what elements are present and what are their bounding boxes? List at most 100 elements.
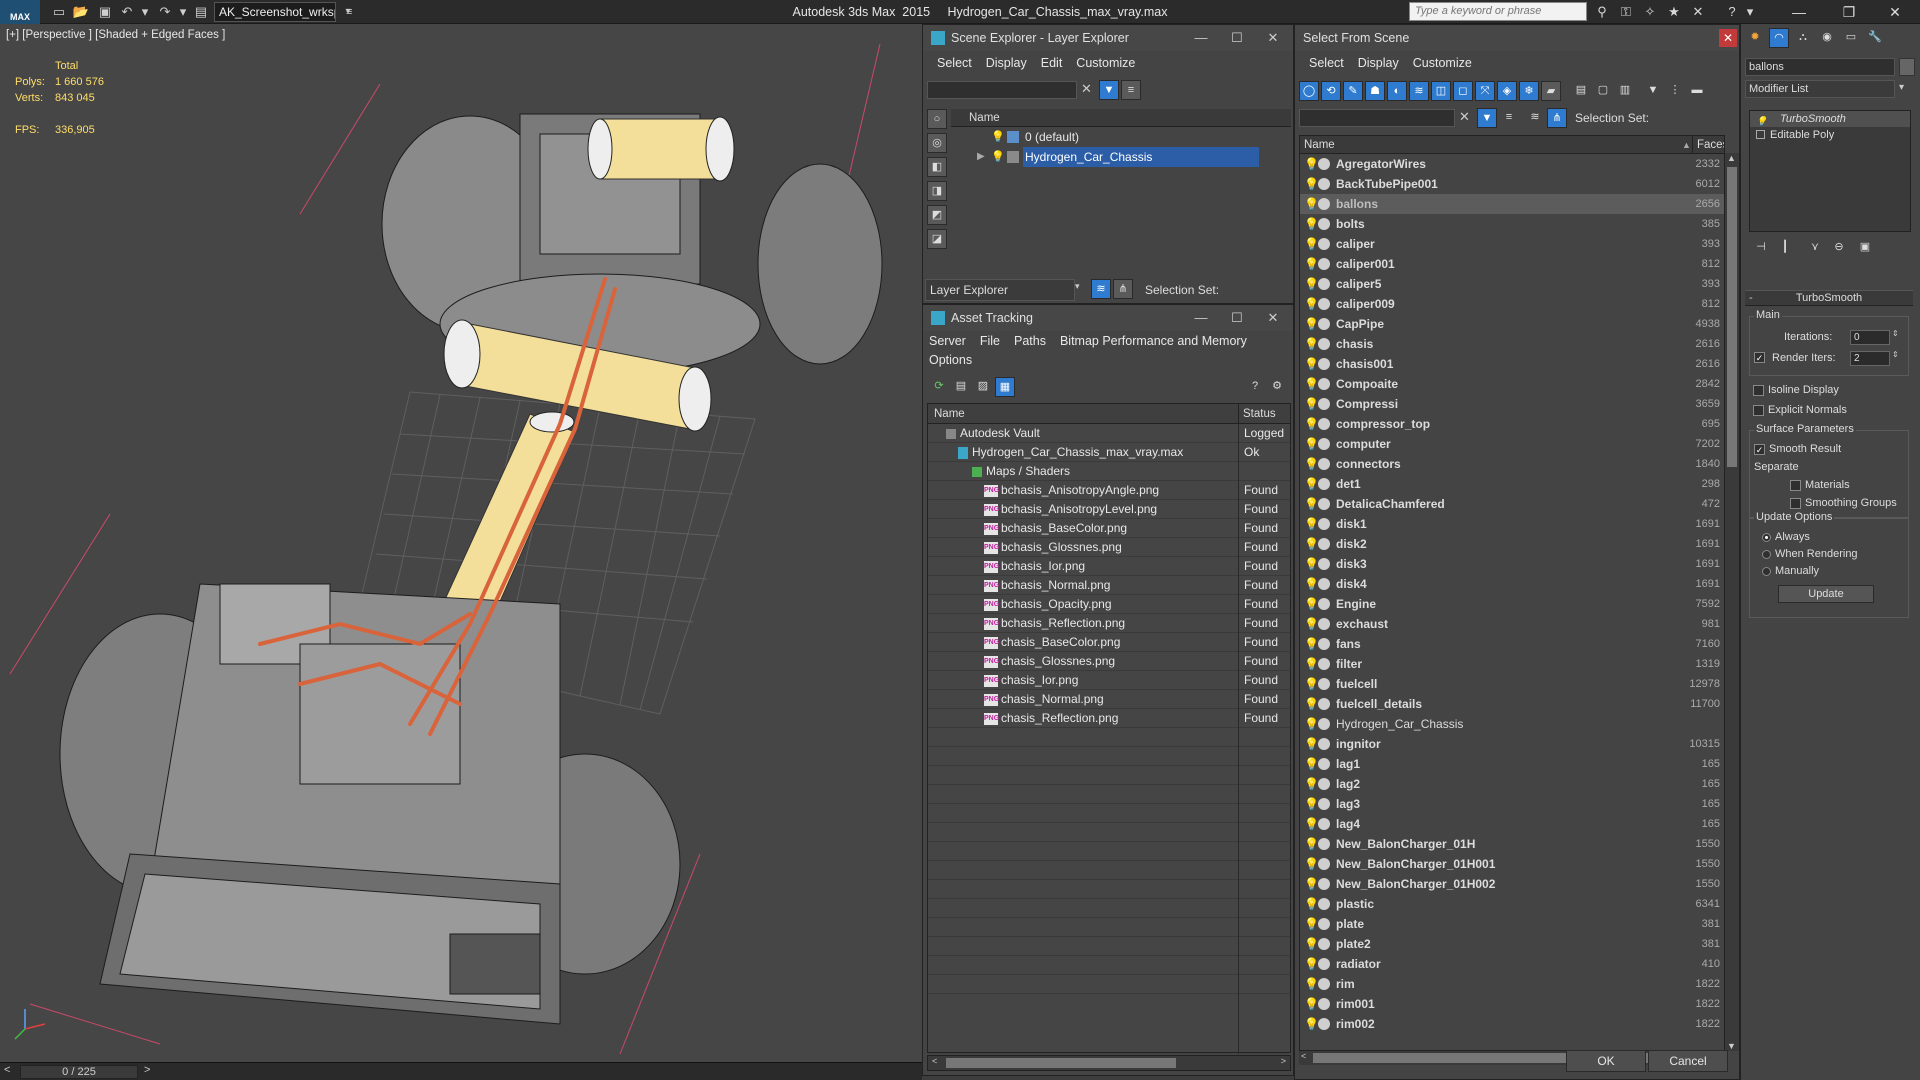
- list-view-icon[interactable]: ▤: [951, 377, 971, 397]
- scene-object-row[interactable]: 💡 computer 7202: [1300, 434, 1724, 454]
- save-icon[interactable]: ▣: [96, 3, 114, 21]
- display-geometry-icon[interactable]: ◧: [927, 157, 947, 177]
- asset-menu-file[interactable]: File: [980, 334, 1000, 348]
- select-from-scene-close-button[interactable]: ✕: [1719, 29, 1737, 47]
- asset-row[interactable]: PNG chasis_Reflection.png Found: [928, 709, 1290, 728]
- scene-object-row[interactable]: 💡 Compressi 3659: [1300, 394, 1724, 414]
- materials-checkbox[interactable]: Materials: [1790, 479, 1850, 491]
- scene-object-row[interactable]: 💡 bolts 385: [1300, 214, 1724, 234]
- scene-object-row[interactable]: 💡 plastic 6341: [1300, 894, 1724, 914]
- scroll-left-icon[interactable]: <: [932, 1056, 937, 1066]
- display-invert-icon[interactable]: ▥: [1615, 81, 1635, 101]
- visibility-bulb-icon[interactable]: 💡: [1304, 174, 1319, 194]
- visibility-bulb-icon[interactable]: 💡: [1304, 674, 1319, 694]
- visibility-bulb-icon[interactable]: 💡: [1304, 594, 1319, 614]
- key-icon[interactable]: ⚿: [1616, 3, 1636, 21]
- explorer-type-dropdown-arrow[interactable]: ▾: [1075, 281, 1080, 292]
- display-none-icon[interactable]: ▢: [1593, 81, 1613, 101]
- modifier-list-dropdown[interactable]: Modifier List: [1745, 80, 1895, 98]
- render-iters-spinner-arrows-icon[interactable]: ⇕: [1892, 350, 1899, 359]
- modifier-list-arrow-icon[interactable]: ▾: [1899, 82, 1904, 93]
- display-shapes-toggle[interactable]: ⟲: [1321, 81, 1341, 101]
- scene-explorer-menu-select[interactable]: Select: [937, 56, 972, 70]
- scene-object-row[interactable]: 💡 filter 1319: [1300, 654, 1724, 674]
- scene-object-row[interactable]: 💡 rim002 1822: [1300, 1014, 1724, 1034]
- visibility-bulb-icon[interactable]: 💡: [1304, 394, 1319, 414]
- scene-object-row[interactable]: 💡 Hydrogen_Car_Chassis: [1300, 714, 1724, 734]
- scene-object-row[interactable]: 💡 Compoaite 2842: [1300, 374, 1724, 394]
- iterations-spinner-arrows-icon[interactable]: ⇕: [1892, 329, 1899, 338]
- display-lights-toggle[interactable]: ✎: [1343, 81, 1363, 101]
- asset-row[interactable]: PNG chasis_Normal.png Found: [928, 690, 1290, 709]
- scene-object-row[interactable]: 💡 lag4 165: [1300, 814, 1724, 834]
- iterations-spinner[interactable]: 0: [1850, 330, 1890, 345]
- display-xrefs-toggle[interactable]: ◻: [1453, 81, 1473, 101]
- expand-box-icon[interactable]: [1756, 130, 1765, 139]
- sfs-scroll-thumb[interactable]: [1727, 167, 1737, 467]
- restore-button[interactable]: ❐: [1830, 0, 1868, 24]
- layer-visibility-icon[interactable]: 💡: [991, 147, 1005, 163]
- visibility-bulb-icon[interactable]: 💡: [1304, 1014, 1319, 1034]
- object-color-swatch[interactable]: [1899, 58, 1915, 76]
- layer-row-default[interactable]: 💡 0 (default): [951, 127, 1291, 147]
- asset-row[interactable]: PNG bchasis_Ior.png Found: [928, 557, 1290, 576]
- visibility-bulb-icon[interactable]: 💡: [1304, 414, 1319, 434]
- asset-row[interactable]: Maps / Shaders: [928, 462, 1290, 481]
- visibility-bulb-icon[interactable]: 💡: [1304, 514, 1319, 534]
- asset-tracking-maximize-button[interactable]: ☐: [1219, 305, 1255, 331]
- create-tab-icon[interactable]: ✹: [1745, 28, 1765, 48]
- asset-row[interactable]: Autodesk Vault Logged: [928, 424, 1290, 443]
- visibility-bulb-icon[interactable]: 💡: [1304, 994, 1319, 1014]
- filter-icon[interactable]: ▼: [1643, 81, 1663, 101]
- visibility-bulb-icon[interactable]: 💡: [1304, 214, 1319, 234]
- scene-object-row[interactable]: 💡 BackTubePipe001 6012: [1300, 174, 1724, 194]
- sfs-clear-search-icon[interactable]: ✕: [1459, 109, 1470, 125]
- turbosmooth-rollout-header[interactable]: - TurboSmooth: [1745, 290, 1913, 306]
- close-x-icon[interactable]: ✕: [1688, 3, 1708, 21]
- visibility-bulb-icon[interactable]: 💡: [1304, 494, 1319, 514]
- visibility-bulb-icon[interactable]: 💡: [1304, 794, 1319, 814]
- asset-row[interactable]: PNG bchasis_AnisotropyLevel.png Found: [928, 500, 1290, 519]
- sfs-hierarchy-icon[interactable]: ⋔: [1547, 108, 1567, 128]
- sfs-scroll-left-icon[interactable]: <: [1301, 1051, 1306, 1061]
- undo-dropdown-icon[interactable]: ▾: [136, 3, 154, 21]
- sfs-menu-customize[interactable]: Customize: [1413, 56, 1472, 70]
- viewport-label[interactable]: [+] [Perspective ] [Shaded + Edged Faces…: [6, 29, 225, 41]
- scene-object-row[interactable]: 💡 lag1 165: [1300, 754, 1724, 774]
- sort-ascending-icon[interactable]: ▲: [1682, 136, 1691, 154]
- next-frame-icon[interactable]: >: [144, 1064, 150, 1076]
- layer-explorer-toggle-icon[interactable]: ≋: [1091, 279, 1111, 299]
- display-shapes-icon[interactable]: ◨: [927, 181, 947, 201]
- scene-object-row[interactable]: 💡 AgregatorWires 2332: [1300, 154, 1724, 174]
- stack-item-editable-poly[interactable]: Editable Poly: [1750, 127, 1910, 143]
- scene-explorer-search-field[interactable]: [927, 81, 1077, 99]
- asset-menu-server[interactable]: Server: [929, 334, 966, 348]
- visibility-bulb-icon[interactable]: 💡: [1304, 894, 1319, 914]
- asset-row[interactable]: PNG bchasis_Reflection.png Found: [928, 614, 1290, 633]
- ok-button[interactable]: OK: [1566, 1050, 1646, 1072]
- visibility-bulb-icon[interactable]: 💡: [1304, 454, 1319, 474]
- visibility-bulb-icon[interactable]: 💡: [1304, 354, 1319, 374]
- visibility-bulb-icon[interactable]: 💡: [1304, 814, 1319, 834]
- display-bones-toggle[interactable]: ⤧: [1475, 81, 1495, 101]
- scene-object-row[interactable]: 💡 rim001 1822: [1300, 994, 1724, 1014]
- display-none-icon[interactable]: ○: [927, 109, 947, 129]
- scene-object-row[interactable]: 💡 ballons 2656: [1300, 194, 1724, 214]
- cancel-button[interactable]: Cancel: [1648, 1050, 1728, 1072]
- asset-menu-options[interactable]: Options: [929, 353, 972, 367]
- explorer-type-dropdown[interactable]: Layer Explorer: [925, 279, 1075, 301]
- sfs-col-faces[interactable]: Faces: [1692, 136, 1724, 154]
- filter-options-icon[interactable]: ⋮: [1665, 81, 1685, 101]
- help-dropdown-icon[interactable]: ▾: [1740, 3, 1760, 21]
- visibility-bulb-icon[interactable]: 💡: [1304, 434, 1319, 454]
- favorites-star-icon[interactable]: ★: [1664, 3, 1684, 21]
- visibility-bulb-icon[interactable]: 💡: [1304, 754, 1319, 774]
- scene-explorer-close-button[interactable]: ✕: [1255, 25, 1291, 51]
- display-cameras-icon[interactable]: ◪: [927, 229, 947, 249]
- asset-horizontal-scrollbar[interactable]: < >: [927, 1055, 1291, 1071]
- update-manually-radio[interactable]: Manually: [1762, 565, 1819, 577]
- scene-object-row[interactable]: 💡 radiator 410: [1300, 954, 1724, 974]
- visibility-bulb-icon[interactable]: 💡: [1304, 194, 1319, 214]
- scene-explorer-menu-display[interactable]: Display: [986, 56, 1027, 70]
- isoline-display-checkbox[interactable]: Isoline Display: [1753, 384, 1839, 396]
